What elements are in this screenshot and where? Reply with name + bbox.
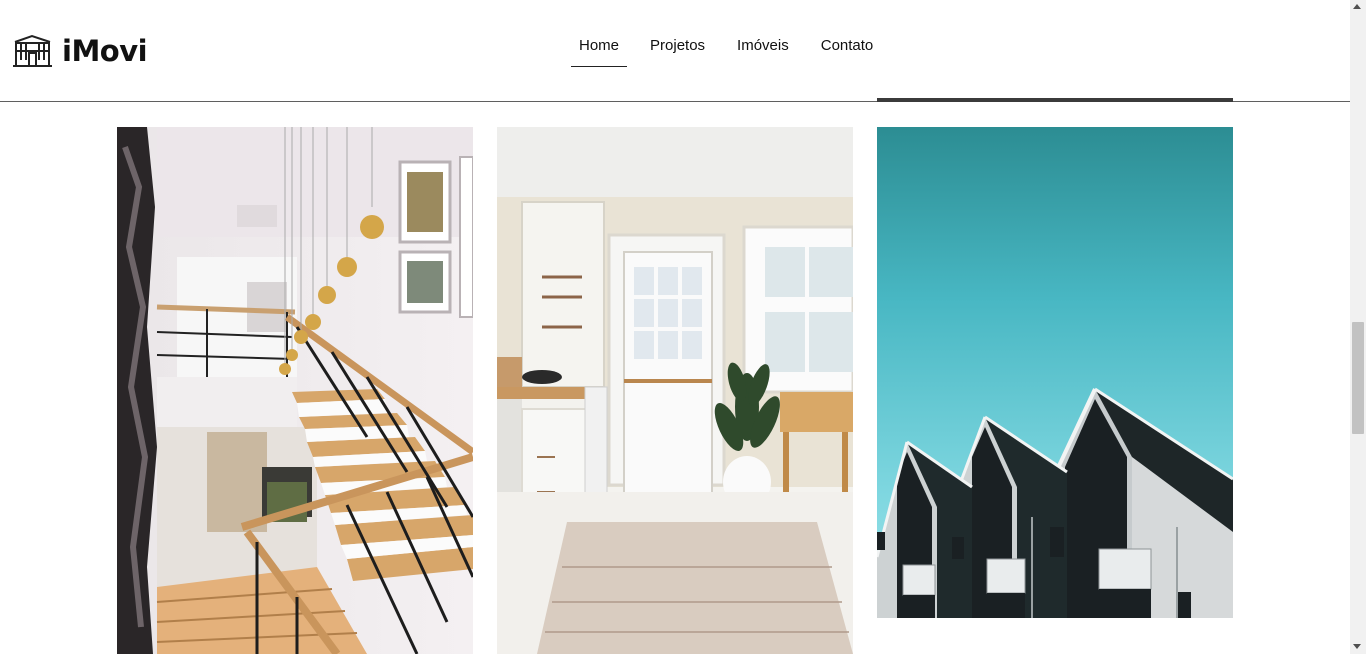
site-header: iMovi Home Projetos Imóveis Contato <box>0 0 1350 102</box>
house-icon <box>13 34 52 67</box>
gallery-photo-peek <box>877 98 1233 102</box>
staircase-image <box>117 127 473 654</box>
nav-contato[interactable]: Contato <box>813 34 882 67</box>
brand-name: iMovi <box>62 34 148 68</box>
scroll-down-arrow-icon[interactable] <box>1353 644 1361 649</box>
nav-home[interactable]: Home <box>571 34 628 67</box>
main-nav: Home Projetos Imóveis Contato <box>571 34 898 67</box>
gallery-photo-houses[interactable] <box>877 127 1233 618</box>
scroll-up-arrow-icon[interactable] <box>1353 4 1361 9</box>
scrollbar-thumb[interactable] <box>1352 322 1364 434</box>
gallery-photo-kitchen[interactable] <box>497 127 853 654</box>
houses-image <box>877 127 1233 618</box>
kitchen-image <box>497 127 853 654</box>
nav-projetos[interactable]: Projetos <box>642 34 713 67</box>
logo[interactable]: iMovi <box>12 31 148 71</box>
gallery-photo-staircase[interactable] <box>117 127 473 654</box>
nav-imoveis[interactable]: Imóveis <box>729 34 797 67</box>
